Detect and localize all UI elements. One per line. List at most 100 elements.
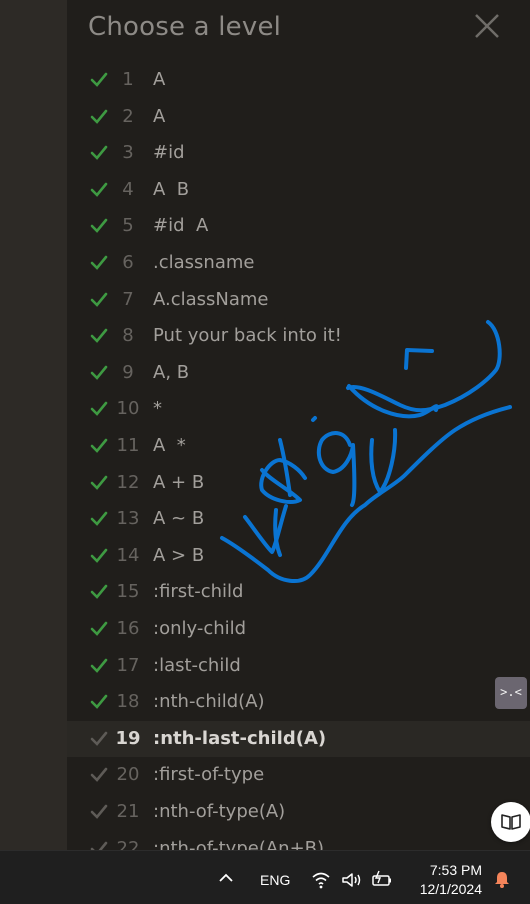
level-number: 10: [116, 398, 140, 420]
checkmark-icon: [90, 219, 108, 234]
volume-icon[interactable]: [341, 871, 363, 889]
level-number: 14: [116, 544, 140, 566]
level-number: 13: [116, 508, 140, 530]
level-item[interactable]: 6 .classname: [67, 245, 530, 281]
level-item[interactable]: 1A: [67, 62, 530, 98]
notification-bell-icon[interactable]: [492, 869, 512, 889]
checkmark-icon: [90, 109, 108, 124]
checkmark-icon: [90, 621, 108, 636]
level-name: #id A: [153, 215, 209, 237]
level-item[interactable]: 15 :first-child: [67, 574, 530, 610]
level-name: :nth-child(A): [153, 691, 265, 713]
checkmark-icon: [90, 768, 108, 783]
checkmark-icon: [90, 804, 108, 819]
level-item[interactable]: 2A: [67, 99, 530, 135]
level-name: A > B: [153, 544, 205, 566]
checkmark-icon: [90, 731, 108, 746]
close-icon[interactable]: [469, 8, 505, 44]
level-number: 2: [122, 105, 134, 127]
level-item[interactable]: 8 Put your back into it!: [67, 318, 530, 354]
language-indicator[interactable]: ENG: [260, 872, 290, 888]
level-number: 20: [116, 764, 140, 786]
level-item[interactable]: 10 *: [67, 391, 530, 427]
level-item[interactable]: 20 :first-of-type: [67, 757, 530, 793]
level-chooser-panel: Choose a level 1 A 2 A 3 #id 4 A B 5 #id A 6 .class…: [67, 0, 530, 850]
checkmark-icon: [90, 694, 108, 710]
level-name: A: [153, 69, 166, 90]
level-number: 22: [116, 837, 140, 850]
level-number: 12: [116, 471, 140, 493]
checkmark-icon: [90, 585, 108, 600]
level-name: *: [153, 398, 162, 420]
checkmark-icon: [90, 511, 108, 527]
checkmark-icon: [90, 658, 108, 673]
panel-title: Choose a level: [88, 12, 282, 42]
checkmark-icon: [90, 365, 108, 380]
level-number: 16: [116, 618, 140, 639]
level-number: 18: [116, 691, 140, 713]
immersive-reader-button[interactable]: [491, 802, 530, 842]
book-icon: [501, 814, 521, 830]
level-item[interactable]: 19 :nth-last-child(A): [67, 720, 530, 757]
level-item[interactable]: 7 A.className: [67, 282, 530, 318]
level-name: A *: [153, 435, 186, 456]
level-name: A.className: [153, 288, 269, 310]
level-name: A + B: [153, 471, 205, 493]
level-name: A B: [153, 178, 190, 200]
level-item[interactable]: 22 :nth-of-type(An+B): [67, 831, 530, 850]
level-name: #id: [153, 142, 185, 164]
level-item[interactable]: 17 :last-child: [67, 648, 530, 684]
clock-time[interactable]: 7:53 PM: [426, 862, 482, 878]
clock-date[interactable]: 12/1/2024: [412, 881, 482, 897]
checkmark-icon: [90, 292, 108, 307]
battery-charging-icon[interactable]: [371, 870, 393, 888]
level-item[interactable]: 3 #id: [67, 135, 530, 171]
checkmark-icon: [90, 328, 108, 344]
level-number: 7: [122, 288, 134, 310]
level-number: 11: [116, 435, 140, 456]
level-number: 3: [122, 142, 134, 164]
checkmark-icon: [90, 438, 108, 453]
level-item[interactable]: 4 A B: [67, 172, 530, 208]
level-number: 21: [116, 801, 140, 822]
checkmark-icon: [90, 72, 108, 87]
checkmark-icon: [90, 402, 108, 417]
checkmark-icon: [90, 475, 108, 490]
level-number: 8: [122, 325, 134, 347]
level-item[interactable]: 18 :nth-child(A): [67, 684, 530, 720]
level-name: :last-child: [153, 654, 241, 676]
level-item[interactable]: 12 A + B: [67, 465, 530, 501]
level-name: :only-child: [153, 618, 247, 639]
level-number: 4: [122, 178, 134, 200]
level-name: .classname: [153, 252, 255, 273]
level-number: 17: [116, 654, 140, 676]
level-number: 15: [116, 581, 140, 603]
level-item[interactable]: 14 A > B: [67, 538, 530, 574]
checkmark-icon: [90, 182, 108, 197]
emoji-button[interactable]: >.<: [495, 677, 527, 709]
level-number: 1: [122, 69, 134, 90]
level-name: :nth-of-type(A): [153, 801, 286, 822]
level-item[interactable]: 21 :nth-of-type(A): [67, 794, 530, 830]
level-item[interactable]: 11 A *: [67, 428, 530, 464]
checkmark-icon: [90, 548, 108, 563]
level-name: :first-child: [153, 581, 244, 603]
level-name: A ~ B: [153, 508, 205, 530]
level-item[interactable]: 16 :only-child: [67, 611, 530, 647]
level-item[interactable]: 13 A ~ B: [67, 501, 530, 537]
chevron-up-icon[interactable]: [217, 871, 235, 885]
level-name: A, B: [153, 361, 190, 383]
checkmark-icon: [90, 841, 108, 850]
level-name: :nth-of-type(An+B): [153, 837, 325, 850]
level-item[interactable]: 5 #id A: [67, 208, 530, 244]
level-name: Put your back into it!: [153, 325, 342, 347]
taskbar: ENG 7:53 PM 12/1/2024: [0, 850, 530, 904]
level-name: :first-of-type: [153, 764, 265, 786]
level-number: 9: [122, 361, 134, 383]
checkmark-icon: [90, 145, 108, 161]
level-name: A: [153, 105, 166, 127]
level-name: :nth-last-child(A): [153, 727, 327, 749]
level-number: 19: [115, 727, 141, 749]
level-item[interactable]: 9 A, B: [67, 355, 530, 391]
wifi-icon[interactable]: [311, 871, 331, 889]
